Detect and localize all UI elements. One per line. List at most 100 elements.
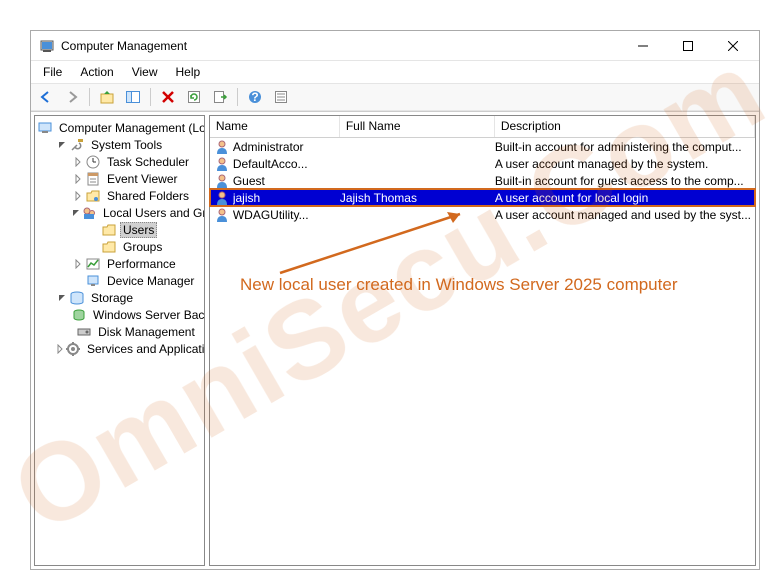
cell-description: Built-in account for administering the c…: [495, 140, 755, 154]
tree-item-event-viewer[interactable]: Event Viewer: [35, 170, 204, 187]
menu-bar: File Action View Help: [31, 61, 759, 83]
tree-item-groups[interactable]: Groups: [35, 238, 204, 255]
svg-text:?: ?: [251, 90, 258, 104]
minimize-button[interactable]: [620, 32, 665, 60]
user-row[interactable]: WDAGUtility...A user account managed and…: [210, 206, 755, 223]
folder-share-icon: [85, 188, 101, 204]
user-row[interactable]: Guest Built-in account for guest access t…: [210, 172, 755, 189]
content-area: Computer Management (Local) System Tools…: [31, 111, 759, 569]
tree-pane[interactable]: Computer Management (Local) System Tools…: [34, 115, 205, 566]
tree-item-services-and-applications[interactable]: Services and Applications: [35, 340, 204, 357]
col-description[interactable]: Description: [495, 116, 755, 137]
clock-icon: [85, 154, 101, 170]
menu-help[interactable]: Help: [168, 63, 209, 81]
tree-item-label: Shared Folders: [104, 189, 192, 203]
tree-item-label: Task Scheduler: [104, 155, 192, 169]
device-icon: [85, 273, 101, 289]
list-header: Name Full Name Description: [210, 116, 755, 138]
user-icon: [214, 173, 230, 189]
tools-icon: [69, 137, 85, 153]
help-button[interactable]: ?: [244, 86, 266, 108]
cell-description: A user account managed by the system.: [495, 157, 755, 171]
tree-root-label: Computer Management (Local): [56, 121, 205, 135]
list-pane: Name Full Name Description Administrator…: [209, 115, 756, 566]
user-icon: [214, 207, 230, 223]
tree-item-disk-management[interactable]: Disk Management: [35, 323, 204, 340]
tree-item-label: Users: [120, 222, 157, 238]
cell-description: A user account for local login: [495, 191, 755, 205]
cell-name: WDAGUtility...: [233, 208, 340, 222]
cell-name: DefaultAcco...: [233, 157, 340, 171]
tree-item-windows-server-backup[interactable]: Windows Server Backup: [35, 306, 204, 323]
window-title: Computer Management: [61, 39, 620, 53]
backup-icon: [71, 307, 87, 323]
expand-toggle[interactable]: [55, 140, 69, 150]
title-bar: Computer Management: [31, 31, 759, 61]
folder-icon: [101, 239, 117, 255]
cell-fullname: Jajish Thomas: [340, 191, 495, 205]
app-icon: [39, 38, 55, 54]
cell-description: Built-in account for guest access to the…: [495, 174, 755, 188]
menu-view[interactable]: View: [124, 63, 166, 81]
tree-item-label: Services and Applications: [84, 342, 205, 356]
show-hide-tree-button[interactable]: [122, 86, 144, 108]
user-icon: [214, 139, 230, 155]
forward-button[interactable]: [61, 86, 83, 108]
disk-icon: [76, 324, 92, 340]
expand-toggle[interactable]: [71, 259, 85, 269]
tree-item-label: Event Viewer: [104, 172, 180, 186]
tree-item-label: Performance: [104, 257, 179, 271]
cell-name: Guest: [233, 174, 340, 188]
user-icon: [214, 156, 230, 172]
up-button[interactable]: [96, 86, 118, 108]
tree-item-task-scheduler[interactable]: Task Scheduler: [35, 153, 204, 170]
cell-name: jajish: [233, 191, 340, 205]
expand-toggle[interactable]: [71, 208, 81, 218]
refresh-button[interactable]: [183, 86, 205, 108]
tree-item-label: System Tools: [88, 138, 165, 152]
cell-name: Administrator: [233, 140, 340, 154]
col-fullname[interactable]: Full Name: [340, 116, 495, 137]
expand-toggle[interactable]: [71, 157, 85, 167]
delete-button[interactable]: [157, 86, 179, 108]
list-body[interactable]: Administrator Built-in account for admini…: [210, 138, 755, 565]
col-name[interactable]: Name: [210, 116, 340, 137]
users-group-icon: [81, 205, 97, 221]
expand-toggle[interactable]: [71, 174, 85, 184]
toolbar: ?: [31, 83, 759, 111]
close-button[interactable]: [710, 32, 755, 60]
export-button[interactable]: [209, 86, 231, 108]
expand-toggle[interactable]: [55, 344, 65, 354]
tree-item-local-users-and-groups[interactable]: Local Users and Groups: [35, 204, 204, 221]
maximize-button[interactable]: [665, 32, 710, 60]
menu-action[interactable]: Action: [72, 63, 121, 81]
expand-toggle[interactable]: [55, 293, 69, 303]
tree-item-label: Groups: [120, 240, 165, 254]
back-button[interactable]: [35, 86, 57, 108]
event-icon: [85, 171, 101, 187]
properties-button[interactable]: [270, 86, 292, 108]
tree-item-label: Device Manager: [104, 274, 197, 288]
user-row[interactable]: Administrator Built-in account for admini…: [210, 138, 755, 155]
tree-root[interactable]: Computer Management (Local): [35, 119, 204, 136]
window-controls: [620, 32, 755, 60]
storage-icon: [69, 290, 85, 306]
user-icon: [214, 190, 230, 206]
menu-file[interactable]: File: [35, 63, 70, 81]
tree-item-label: Storage: [88, 291, 136, 305]
tree-item-performance[interactable]: Performance: [35, 255, 204, 272]
tree-item-users[interactable]: Users: [35, 221, 204, 238]
perf-icon: [85, 256, 101, 272]
tree-item-label: Disk Management: [95, 325, 198, 339]
expand-toggle[interactable]: [71, 191, 85, 201]
user-row[interactable]: jajishJajish ThomasA user account for lo…: [210, 189, 755, 206]
tree-item-storage[interactable]: Storage: [35, 289, 204, 306]
tree-item-device-manager[interactable]: Device Manager: [35, 272, 204, 289]
tree-item-system-tools[interactable]: System Tools: [35, 136, 204, 153]
tree-item-shared-folders[interactable]: Shared Folders: [35, 187, 204, 204]
tree-item-label: Windows Server Backup: [90, 308, 205, 322]
user-row[interactable]: DefaultAcco... A user account managed by …: [210, 155, 755, 172]
folder-icon: [101, 222, 117, 238]
services-icon: [65, 341, 81, 357]
tree-item-label: Local Users and Groups: [100, 206, 205, 220]
